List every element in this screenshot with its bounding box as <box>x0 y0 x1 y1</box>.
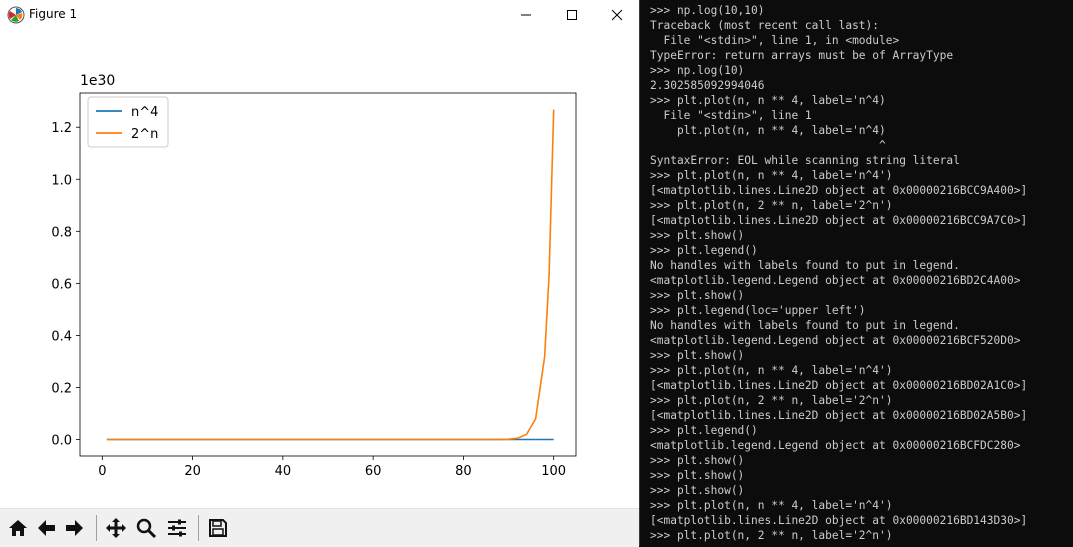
y-tick-label: 0.6 <box>51 277 72 292</box>
terminal-line: 2.302585092994046 <box>650 79 765 92</box>
y-tick-label: 0.0 <box>51 434 72 449</box>
terminal-line: >>> plt.legend() <box>650 244 758 257</box>
terminal-line: SyntaxError: EOL while scanning string l… <box>650 154 960 167</box>
terminal-line: >>> plt.plot(n, n ** 4, label='n^4') <box>650 169 893 182</box>
x-tick-label: 0 <box>98 464 106 479</box>
toolbar-separator <box>96 515 97 541</box>
x-tick-label: 60 <box>365 464 382 479</box>
close-button[interactable] <box>594 0 640 30</box>
home-button[interactable] <box>6 515 30 541</box>
terminal-line: File "<stdin>", line 1, in <module> <box>650 34 900 47</box>
home-icon <box>9 520 27 536</box>
legend-label: 2^n <box>131 127 158 142</box>
terminal-line: <matplotlib.legend.Legend object at 0x00… <box>650 274 1021 287</box>
terminal-line: <matplotlib.legend.Legend object at 0x00… <box>650 334 1021 347</box>
forward-arrow-icon <box>66 520 83 536</box>
terminal-line: TypeError: return arrays must be of Arra… <box>650 49 954 62</box>
terminal-line: [<matplotlib.lines.Line2D object at 0x00… <box>650 409 1028 422</box>
terminal-line: >>> plt.show() <box>650 469 745 482</box>
terminal-line: plt.plot(n, n ** 4, label='n^4) <box>650 124 886 137</box>
terminal-line: [<matplotlib.lines.Line2D object at 0x00… <box>650 379 1028 392</box>
x-tick-label: 100 <box>541 464 566 479</box>
terminal-line: >>> plt.show() <box>650 349 745 362</box>
terminal-line: <matplotlib.legend.Legend object at 0x00… <box>650 439 1021 452</box>
zoom-button[interactable] <box>134 515 158 541</box>
terminal-line: >>> np.log(10) <box>650 64 745 77</box>
y-tick-label: 0.4 <box>51 329 72 344</box>
minimize-button[interactable] <box>503 0 549 30</box>
pan-icon <box>106 518 126 538</box>
configure-subplots-icon <box>168 519 186 537</box>
x-tick-label: 80 <box>455 464 472 479</box>
terminal-line: >>> np.log(10,10) <box>650 4 765 17</box>
terminal-line: >>> plt.show() <box>650 229 745 242</box>
maximize-button[interactable] <box>549 0 595 30</box>
back-arrow-icon <box>38 520 55 536</box>
terminal-line: >>> plt.show() <box>650 484 745 497</box>
figure-window: Figure 1 0 20 40 60 80 100 0.0 0.2 0.4 0.6 0.8 1.0 1… <box>0 0 640 547</box>
window-title: Figure 1 <box>29 7 78 21</box>
terminal-line: Traceback (most recent call last): <box>650 19 880 32</box>
y-offset-label: 1e30 <box>80 73 115 89</box>
legend-label: n^4 <box>131 105 158 120</box>
back-button[interactable] <box>34 515 58 541</box>
terminal-line: >>> plt.show() <box>650 454 745 467</box>
terminal-line: >>> plt.show() <box>650 289 745 302</box>
terminal-line: >>> plt.legend() <box>650 424 758 437</box>
terminal-line: [<matplotlib.lines.Line2D object at 0x00… <box>650 214 1028 227</box>
terminal-line: >>> plt.plot(n, n ** 4, label='n^4') <box>650 499 893 512</box>
plot-canvas[interactable]: 0 20 40 60 80 100 0.0 0.2 0.4 0.6 0.8 1.0 1.2 1e30 n… <box>0 30 639 508</box>
terminal-output: >>> np.log(10,10) Traceback (most recent … <box>650 3 1027 543</box>
python-terminal[interactable]: >>> np.log(10,10) Traceback (most recent … <box>640 0 1073 546</box>
y-tick-label: 1.2 <box>51 121 72 136</box>
x-tick-label: 20 <box>184 464 201 479</box>
terminal-line: [<matplotlib.lines.Line2D object at 0x00… <box>650 184 1028 197</box>
terminal-line: No handles with labels found to put in l… <box>650 319 960 332</box>
matplotlib-app-icon <box>7 6 25 24</box>
terminal-line: File "<stdin>", line 1 <box>650 109 812 122</box>
x-tick-label: 40 <box>275 464 292 479</box>
terminal-line: ^ <box>650 139 886 152</box>
y-tick-label: 0.2 <box>51 381 72 396</box>
close-icon <box>611 9 623 21</box>
terminal-line: >>> plt.plot(n, 2 ** n, label='2^n') <box>650 529 893 542</box>
save-icon <box>209 519 227 537</box>
maximize-icon <box>567 10 577 20</box>
line-chart: 0 20 40 60 80 100 0.0 0.2 0.4 0.6 0.8 1.0 1.2 1e30 n… <box>51 73 577 479</box>
terminal-line: >>> plt.plot(n, 2 ** n, label='2^n') <box>650 199 893 212</box>
terminal-line: >>> plt.plot(n, n ** 4, label='n^4') <box>650 364 893 377</box>
save-button[interactable] <box>206 515 230 541</box>
y-tick-label: 0.8 <box>51 225 72 240</box>
terminal-line: >>> plt.plot(n, n ** 4, label='n^4) <box>650 94 886 107</box>
toolbar-separator <box>198 515 199 541</box>
terminal-line: No handles with labels found to put in l… <box>650 259 960 272</box>
minimize-icon <box>521 14 531 16</box>
pan-button[interactable] <box>104 515 128 541</box>
legend: n^42^n <box>87 96 169 148</box>
zoom-icon <box>136 518 157 539</box>
forward-button[interactable] <box>63 515 87 541</box>
title-bar[interactable]: Figure 1 <box>0 0 639 30</box>
configure-subplots-button[interactable] <box>165 515 189 541</box>
terminal-line: >>> plt.plot(n, 2 ** n, label='2^n') <box>650 394 893 407</box>
terminal-line: [<matplotlib.lines.Line2D object at 0x00… <box>650 514 1028 527</box>
terminal-line: >>> plt.legend(loc='upper left') <box>650 304 866 317</box>
y-tick-label: 1.0 <box>51 173 72 188</box>
navigation-toolbar <box>0 508 639 547</box>
